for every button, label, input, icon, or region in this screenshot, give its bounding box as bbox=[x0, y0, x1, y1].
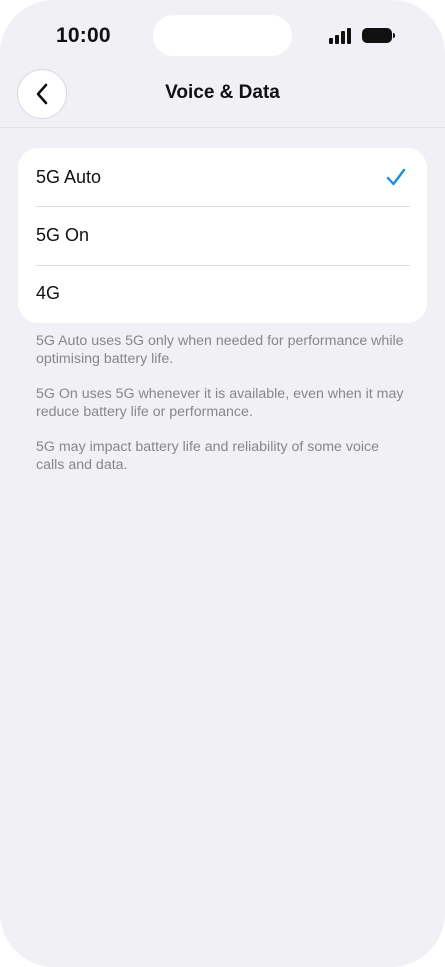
dynamic-island bbox=[153, 15, 292, 56]
nav-bar: Voice & Data bbox=[0, 60, 445, 128]
footnote-5g-on: 5G On uses 5G whenever it is available, … bbox=[36, 386, 404, 420]
option-label: 5G Auto bbox=[36, 166, 102, 187]
option-5g-auto[interactable]: 5G Auto bbox=[18, 148, 427, 206]
checkmark-icon bbox=[386, 168, 406, 186]
status-time: 10:00 bbox=[56, 24, 111, 47]
footnotes: 5G Auto uses 5G only when needed for per… bbox=[36, 332, 411, 491]
footnote-5g-auto: 5G Auto uses 5G only when needed for per… bbox=[36, 333, 404, 367]
option-4g[interactable]: 4G bbox=[18, 264, 427, 323]
option-label: 4G bbox=[36, 283, 61, 304]
network-options-list: 5G Auto 5G On 4G bbox=[18, 148, 427, 323]
status-icons bbox=[329, 27, 399, 45]
option-5g-on[interactable]: 5G On bbox=[18, 206, 427, 264]
footnote-5g-impact: 5G may impact battery life and reliabili… bbox=[36, 439, 380, 473]
battery-icon bbox=[362, 28, 395, 44]
option-label: 5G On bbox=[36, 224, 90, 245]
phone-screen: 10:00 Voice & Data 5G Auto 5G On 4G 5G A… bbox=[0, 0, 445, 967]
page-title: Voice & Data bbox=[165, 82, 280, 103]
signal-icon bbox=[329, 27, 354, 45]
